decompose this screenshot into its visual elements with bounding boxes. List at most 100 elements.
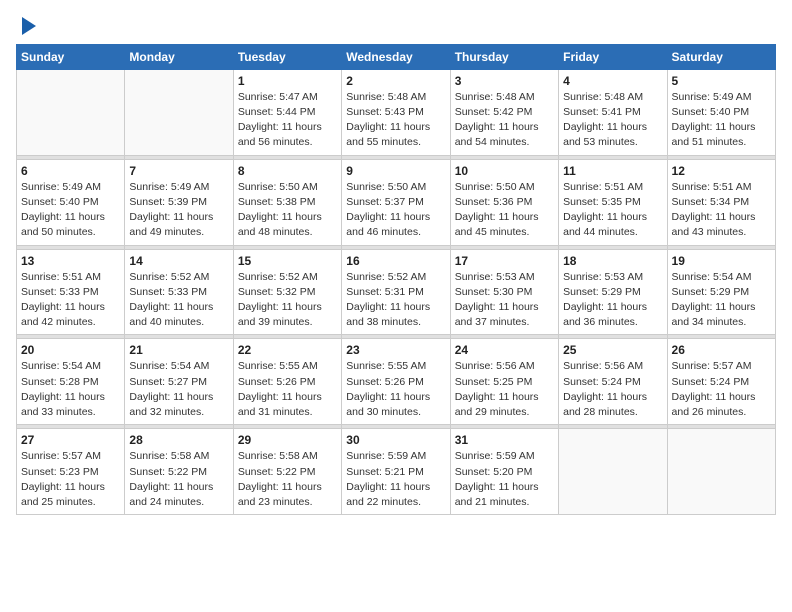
day-info: Sunrise: 5:49 AM Sunset: 5:39 PM Dayligh… xyxy=(129,180,228,241)
day-number: 17 xyxy=(455,254,554,268)
page-header xyxy=(16,16,776,36)
calendar-week-row-1: 1 Sunrise: 5:47 AM Sunset: 5:44 PM Daylig… xyxy=(17,69,776,155)
calendar-cell: 26 Sunrise: 5:57 AM Sunset: 5:24 PM Dayli… xyxy=(667,339,775,425)
calendar-cell: 17 Sunrise: 5:53 AM Sunset: 5:30 PM Dayli… xyxy=(450,249,558,335)
calendar-week-row-4: 20 Sunrise: 5:54 AM Sunset: 5:28 PM Dayli… xyxy=(17,339,776,425)
day-number: 4 xyxy=(563,74,662,88)
calendar-cell: 25 Sunrise: 5:56 AM Sunset: 5:24 PM Dayli… xyxy=(559,339,667,425)
calendar-cell: 7Sunrise: 5:49 AM Sunset: 5:39 PM Daylig… xyxy=(125,159,233,245)
calendar-cell: 13Sunrise: 5:51 AM Sunset: 5:33 PM Dayli… xyxy=(17,249,125,335)
calendar-cell: 14 Sunrise: 5:52 AM Sunset: 5:33 PM Dayli… xyxy=(125,249,233,335)
calendar-cell: 4Sunrise: 5:48 AM Sunset: 5:41 PM Daylig… xyxy=(559,69,667,155)
day-number: 30 xyxy=(346,433,445,447)
calendar-cell: 22 Sunrise: 5:55 AM Sunset: 5:26 PM Dayli… xyxy=(233,339,341,425)
day-info: Sunrise: 5:50 AM Sunset: 5:38 PM Dayligh… xyxy=(238,180,337,241)
calendar-cell: 30 Sunrise: 5:59 AM Sunset: 5:21 PM Dayli… xyxy=(342,429,450,515)
logo xyxy=(16,16,36,36)
day-number: 6 xyxy=(21,164,120,178)
calendar-cell xyxy=(559,429,667,515)
calendar-cell: 31 Sunrise: 5:59 AM Sunset: 5:20 PM Dayli… xyxy=(450,429,558,515)
weekday-header-tuesday: Tuesday xyxy=(233,44,341,69)
calendar-cell: 24 Sunrise: 5:56 AM Sunset: 5:25 PM Dayli… xyxy=(450,339,558,425)
calendar-week-row-2: 6 Sunrise: 5:49 AM Sunset: 5:40 PM Daylig… xyxy=(17,159,776,245)
calendar-cell: 16 Sunrise: 5:52 AM Sunset: 5:31 PM Dayli… xyxy=(342,249,450,335)
calendar-cell: 3 Sunrise: 5:48 AM Sunset: 5:42 PM Daylig… xyxy=(450,69,558,155)
day-info: Sunrise: 5:52 AM Sunset: 5:33 PM Dayligh… xyxy=(129,270,228,331)
day-info: Sunrise: 5:52 AM Sunset: 5:32 PM Dayligh… xyxy=(238,270,337,331)
day-number: 2 xyxy=(346,74,445,88)
day-number: 5 xyxy=(672,74,771,88)
day-number: 11 xyxy=(563,164,662,178)
day-info: Sunrise: 5:50 AM Sunset: 5:37 PM Dayligh… xyxy=(346,180,445,241)
day-number: 19 xyxy=(672,254,771,268)
calendar-table: SundayMondayTuesdayWednesdayThursdayFrid… xyxy=(16,44,776,515)
day-info: Sunrise: 5:59 AM Sunset: 5:20 PM Dayligh… xyxy=(455,449,554,510)
day-info: Sunrise: 5:57 AM Sunset: 5:24 PM Dayligh… xyxy=(672,359,771,420)
day-number: 28 xyxy=(129,433,228,447)
calendar-cell: 28 Sunrise: 5:58 AM Sunset: 5:22 PM Dayli… xyxy=(125,429,233,515)
weekday-header-thursday: Thursday xyxy=(450,44,558,69)
calendar-week-row-5: 27Sunrise: 5:57 AM Sunset: 5:23 PM Dayli… xyxy=(17,429,776,515)
calendar-cell: 23Sunrise: 5:55 AM Sunset: 5:26 PM Dayli… xyxy=(342,339,450,425)
day-info: Sunrise: 5:48 AM Sunset: 5:43 PM Dayligh… xyxy=(346,90,445,151)
day-number: 9 xyxy=(346,164,445,178)
day-number: 31 xyxy=(455,433,554,447)
weekday-header-friday: Friday xyxy=(559,44,667,69)
day-info: Sunrise: 5:57 AM Sunset: 5:23 PM Dayligh… xyxy=(21,449,120,510)
calendar-cell: 18 Sunrise: 5:53 AM Sunset: 5:29 PM Dayli… xyxy=(559,249,667,335)
day-number: 16 xyxy=(346,254,445,268)
weekday-header-row: SundayMondayTuesdayWednesdayThursdayFrid… xyxy=(17,44,776,69)
day-number: 14 xyxy=(129,254,228,268)
day-number: 24 xyxy=(455,343,554,357)
calendar-week-row-3: 13Sunrise: 5:51 AM Sunset: 5:33 PM Dayli… xyxy=(17,249,776,335)
calendar-cell: 27Sunrise: 5:57 AM Sunset: 5:23 PM Dayli… xyxy=(17,429,125,515)
day-number: 12 xyxy=(672,164,771,178)
calendar-cell: 9 Sunrise: 5:50 AM Sunset: 5:37 PM Daylig… xyxy=(342,159,450,245)
day-info: Sunrise: 5:51 AM Sunset: 5:34 PM Dayligh… xyxy=(672,180,771,241)
day-info: Sunrise: 5:58 AM Sunset: 5:22 PM Dayligh… xyxy=(129,449,228,510)
day-info: Sunrise: 5:53 AM Sunset: 5:29 PM Dayligh… xyxy=(563,270,662,331)
calendar-cell xyxy=(125,69,233,155)
day-number: 26 xyxy=(672,343,771,357)
day-number: 21 xyxy=(129,343,228,357)
day-info: Sunrise: 5:58 AM Sunset: 5:22 PM Dayligh… xyxy=(238,449,337,510)
day-number: 29 xyxy=(238,433,337,447)
day-number: 25 xyxy=(563,343,662,357)
calendar-cell xyxy=(667,429,775,515)
calendar-cell: 8 Sunrise: 5:50 AM Sunset: 5:38 PM Daylig… xyxy=(233,159,341,245)
weekday-header-sunday: Sunday xyxy=(17,44,125,69)
weekday-header-monday: Monday xyxy=(125,44,233,69)
day-number: 15 xyxy=(238,254,337,268)
day-info: Sunrise: 5:56 AM Sunset: 5:24 PM Dayligh… xyxy=(563,359,662,420)
calendar-cell: 15 Sunrise: 5:52 AM Sunset: 5:32 PM Dayli… xyxy=(233,249,341,335)
weekday-header-wednesday: Wednesday xyxy=(342,44,450,69)
day-number: 8 xyxy=(238,164,337,178)
calendar-cell: 6 Sunrise: 5:49 AM Sunset: 5:40 PM Daylig… xyxy=(17,159,125,245)
day-info: Sunrise: 5:52 AM Sunset: 5:31 PM Dayligh… xyxy=(346,270,445,331)
day-info: Sunrise: 5:54 AM Sunset: 5:28 PM Dayligh… xyxy=(21,359,120,420)
calendar-cell: 1 Sunrise: 5:47 AM Sunset: 5:44 PM Daylig… xyxy=(233,69,341,155)
day-number: 18 xyxy=(563,254,662,268)
day-info: Sunrise: 5:54 AM Sunset: 5:29 PM Dayligh… xyxy=(672,270,771,331)
calendar-cell: 12 Sunrise: 5:51 AM Sunset: 5:34 PM Dayli… xyxy=(667,159,775,245)
day-number: 22 xyxy=(238,343,337,357)
calendar-cell: 5Sunrise: 5:49 AM Sunset: 5:40 PM Daylig… xyxy=(667,69,775,155)
day-number: 3 xyxy=(455,74,554,88)
day-info: Sunrise: 5:47 AM Sunset: 5:44 PM Dayligh… xyxy=(238,90,337,151)
calendar-cell: 19 Sunrise: 5:54 AM Sunset: 5:29 PM Dayli… xyxy=(667,249,775,335)
day-number: 20 xyxy=(21,343,120,357)
day-info: Sunrise: 5:59 AM Sunset: 5:21 PM Dayligh… xyxy=(346,449,445,510)
day-info: Sunrise: 5:51 AM Sunset: 5:35 PM Dayligh… xyxy=(563,180,662,241)
calendar-cell: 10Sunrise: 5:50 AM Sunset: 5:36 PM Dayli… xyxy=(450,159,558,245)
day-info: Sunrise: 5:56 AM Sunset: 5:25 PM Dayligh… xyxy=(455,359,554,420)
calendar-cell: 20 Sunrise: 5:54 AM Sunset: 5:28 PM Dayli… xyxy=(17,339,125,425)
day-info: Sunrise: 5:53 AM Sunset: 5:30 PM Dayligh… xyxy=(455,270,554,331)
logo-arrow-icon xyxy=(22,17,36,35)
calendar-cell: 21Sunrise: 5:54 AM Sunset: 5:27 PM Dayli… xyxy=(125,339,233,425)
day-info: Sunrise: 5:49 AM Sunset: 5:40 PM Dayligh… xyxy=(21,180,120,241)
day-number: 1 xyxy=(238,74,337,88)
day-number: 13 xyxy=(21,254,120,268)
calendar-cell: 2 Sunrise: 5:48 AM Sunset: 5:43 PM Daylig… xyxy=(342,69,450,155)
day-info: Sunrise: 5:48 AM Sunset: 5:42 PM Dayligh… xyxy=(455,90,554,151)
day-info: Sunrise: 5:55 AM Sunset: 5:26 PM Dayligh… xyxy=(238,359,337,420)
